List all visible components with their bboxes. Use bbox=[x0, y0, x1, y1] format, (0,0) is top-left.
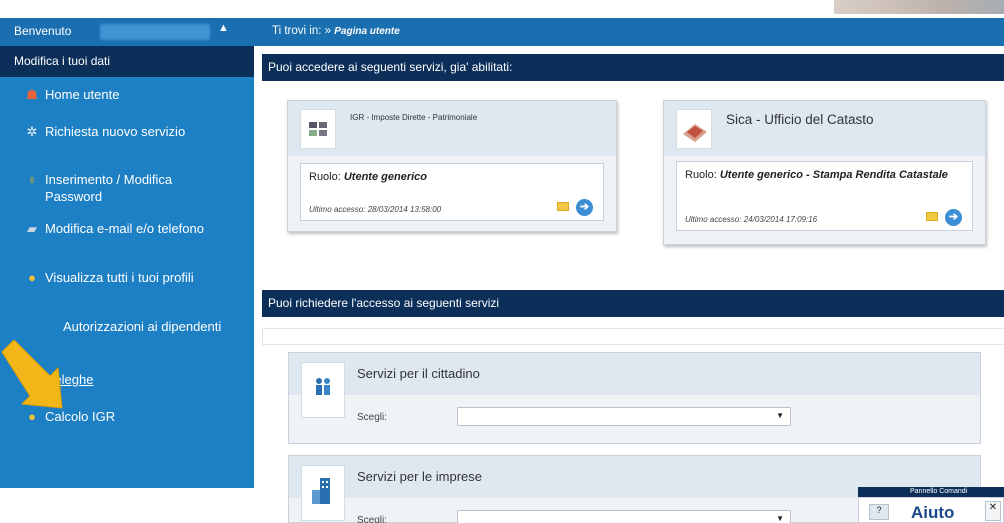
choose-label: Scegli: bbox=[357, 412, 388, 423]
user-icon: ▲ bbox=[218, 22, 229, 34]
help-bar: Pannello Comandi bbox=[858, 487, 1004, 497]
last-access-label: Ultimo accesso: bbox=[685, 215, 742, 224]
chevron-down-icon: ▼ bbox=[776, 514, 784, 523]
catasto-logo-icon bbox=[676, 109, 712, 149]
service-card-title: IGR - Imposte Dirette - Patrimoniale bbox=[350, 113, 478, 122]
building-icon bbox=[301, 465, 345, 521]
panel-title: Servizi per le imprese bbox=[357, 469, 482, 484]
role-label: Ruolo: bbox=[309, 171, 341, 183]
card-header: Sica - Ufficio del Catasto bbox=[664, 101, 985, 156]
breadcrumb-prefix: Ti trovi in: bbox=[272, 25, 322, 37]
sidebar: Benvenuto ▲ Modifica i tuoi dati ☗ Home … bbox=[0, 18, 254, 488]
role-line: Ruolo: Utente generico - Stampa Rendita … bbox=[685, 168, 964, 182]
sidebar-item-label: Inserimento / Modifica Password bbox=[45, 172, 173, 204]
panel-citizen-services: Servizi per il cittadino Scegli: ▼ bbox=[288, 352, 981, 444]
breadcrumb: Ti trovi in: » Pagina utente bbox=[254, 18, 1004, 46]
breadcrumb-separator-icon: » bbox=[324, 25, 332, 37]
key-icon: ♀ bbox=[27, 172, 37, 187]
request-services-heading: Puoi richiedere l'accesso ai seguenti se… bbox=[262, 290, 1004, 317]
choose-label: Scegli: bbox=[357, 515, 388, 523]
mail-icon[interactable] bbox=[557, 202, 569, 211]
service-card-igr[interactable]: IGR - Imposte Dirette - Patrimoniale Ruo… bbox=[287, 100, 617, 232]
role-line: Ruolo: Utente generico bbox=[309, 170, 595, 184]
sidebar-item-label: Home utente bbox=[45, 87, 120, 102]
panel-title: Servizi per il cittadino bbox=[357, 366, 480, 381]
mail-icon[interactable] bbox=[926, 212, 938, 221]
sidebar-title: Modifica i tuoi dati bbox=[0, 46, 254, 77]
role-value: Utente generico - Stampa Rendita Catasta… bbox=[719, 169, 948, 181]
igr-logo-icon bbox=[300, 109, 336, 149]
header-banner-image bbox=[834, 0, 1004, 14]
card-body: Ruolo: Utente generico - Stampa Rendita … bbox=[676, 161, 973, 231]
service-card-sica[interactable]: Sica - Ufficio del Catasto Ruolo: Utente… bbox=[663, 100, 986, 245]
card-header: IGR - Imposte Dirette - Patrimoniale bbox=[288, 101, 616, 156]
go-arrow-icon[interactable]: ➔ bbox=[576, 199, 593, 216]
last-access-value: 24/03/2014 17:09:16 bbox=[743, 215, 818, 224]
home-icon: ☗ bbox=[26, 87, 38, 102]
sidebar-item-password[interactable]: ♀ Inserimento / Modifica Password bbox=[0, 171, 254, 205]
redacted-user-name bbox=[100, 24, 210, 40]
sidebar-item-label: Richiesta nuovo servizio bbox=[45, 124, 186, 139]
role-value: Utente generico bbox=[343, 171, 427, 183]
help-body: ? Aiuto ✕ bbox=[858, 497, 1004, 523]
enabled-services-heading: Puoi accedere ai seguenti servizi, gia' … bbox=[262, 54, 1004, 81]
role-label: Ruolo: bbox=[685, 169, 717, 181]
spacer-row bbox=[262, 328, 1004, 345]
card-body: Ruolo: Utente generico Ultimo accesso: 2… bbox=[300, 163, 604, 221]
breadcrumb-current: Pagina utente bbox=[334, 26, 400, 37]
person-icon: ● bbox=[28, 270, 36, 285]
sidebar-item-new-service[interactable]: ✲ Richiesta nuovo servizio bbox=[0, 123, 254, 157]
last-access-line: Ultimo accesso: 24/03/2014 17:09:16 bbox=[685, 215, 817, 224]
car-icon: ▰ bbox=[27, 221, 37, 236]
close-icon[interactable]: ✕ bbox=[985, 501, 1001, 521]
service-card-title: Sica - Ufficio del Catasto bbox=[726, 112, 874, 127]
welcome-bar: Benvenuto ▲ bbox=[0, 18, 254, 46]
top-strip bbox=[0, 0, 1004, 18]
help-widget: Pannello Comandi ? Aiuto ✕ bbox=[858, 487, 1004, 523]
sidebar-item-label: Visualizza tutti i tuoi profili bbox=[45, 270, 194, 285]
sidebar-item-label: Modifica e-mail e/o telefono bbox=[45, 221, 204, 236]
help-button[interactable]: Aiuto bbox=[911, 503, 954, 523]
last-access-value: 28/03/2014 13:58:00 bbox=[367, 205, 442, 214]
last-access-label: Ultimo accesso: bbox=[309, 205, 366, 214]
chevron-down-icon: ▼ bbox=[776, 411, 784, 420]
business-service-select[interactable]: ▼ bbox=[457, 510, 791, 523]
welcome-label: Benvenuto bbox=[14, 24, 72, 38]
sidebar-item-home[interactable]: ☗ Home utente bbox=[0, 86, 254, 103]
go-arrow-icon[interactable]: ➔ bbox=[945, 209, 962, 226]
pointer-arrow-icon bbox=[1, 340, 63, 409]
sidebar-item-label: Autorizzazioni ai dipendenti bbox=[63, 319, 222, 334]
citizen-service-select[interactable]: ▼ bbox=[457, 407, 791, 426]
help-icon[interactable]: ? bbox=[869, 504, 889, 520]
sidebar-item-email-phone[interactable]: ▰ Modifica e-mail e/o telefono bbox=[0, 220, 254, 254]
gear-icon: ✲ bbox=[26, 124, 38, 139]
citizen-icon bbox=[301, 362, 345, 418]
last-access-line: Ultimo accesso: 28/03/2014 13:58:00 bbox=[309, 205, 441, 214]
sidebar-item-profiles[interactable]: ● Visualizza tutti i tuoi profili bbox=[0, 269, 254, 303]
